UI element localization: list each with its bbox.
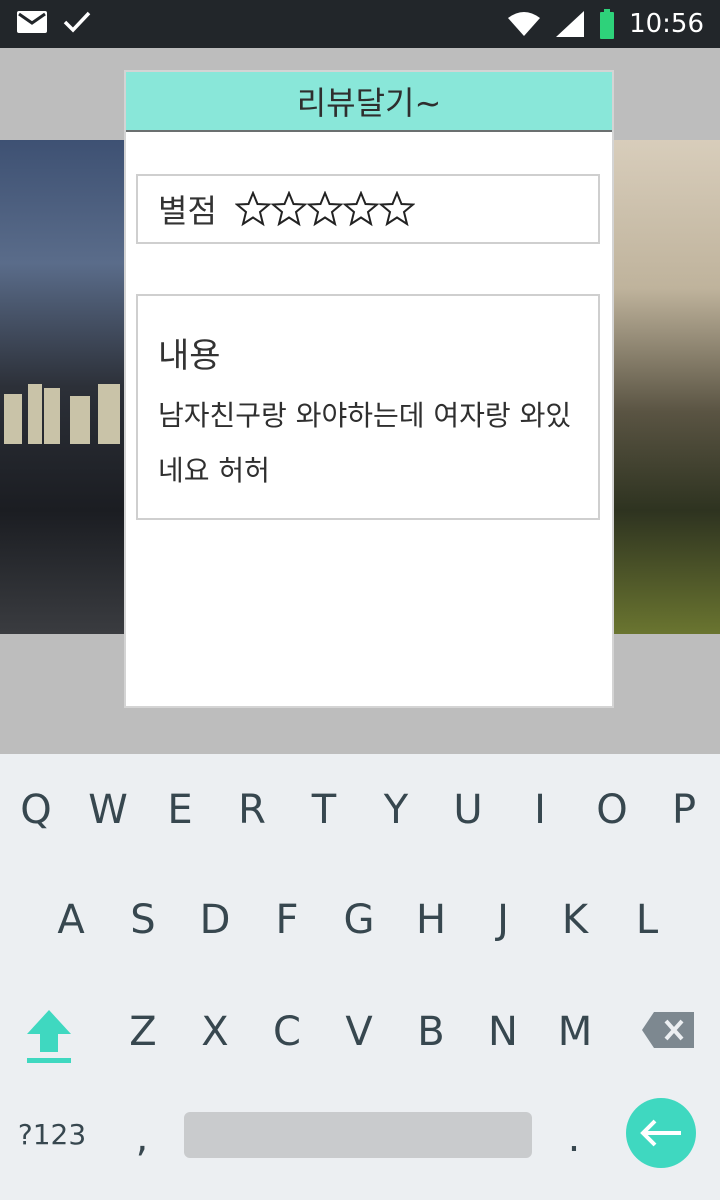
key-e[interactable]: E	[144, 770, 216, 850]
content-input[interactable]: 남자친구랑 와야하는데 여자랑 와있네요 허허	[158, 388, 588, 498]
shift-key[interactable]	[24, 1008, 74, 1064]
star-icon[interactable]	[234, 191, 271, 227]
battery-icon	[600, 9, 615, 39]
star-rating[interactable]	[234, 191, 415, 227]
key-d[interactable]: D	[179, 880, 251, 960]
key-z[interactable]: Z	[107, 992, 179, 1072]
key-h[interactable]: H	[395, 880, 467, 960]
key-g[interactable]: G	[323, 880, 395, 960]
backspace-key[interactable]	[640, 1010, 696, 1050]
wifi-icon	[508, 12, 541, 36]
review-dialog: 리뷰달기~ 별점 내용 남자친구랑 와야하는데 여자랑 와있네요 허허	[124, 70, 614, 708]
key-q[interactable]: Q	[0, 770, 72, 850]
check-icon	[63, 11, 91, 33]
key-u[interactable]: U	[432, 770, 504, 850]
star-icon[interactable]	[342, 191, 379, 227]
key-y[interactable]: Y	[360, 770, 432, 850]
status-time: 10:56	[629, 9, 704, 39]
background-photo-left	[0, 140, 126, 634]
period-key[interactable]: .	[538, 1098, 610, 1178]
backspace-icon	[642, 1012, 694, 1048]
key-s[interactable]: S	[107, 880, 179, 960]
dialog-title: 리뷰달기~	[296, 84, 442, 122]
key-x[interactable]: X	[179, 992, 251, 1072]
key-b[interactable]: B	[395, 992, 467, 1072]
signal-icon	[556, 11, 585, 37]
arrow-left-icon	[640, 1119, 681, 1147]
key-f[interactable]: F	[251, 880, 323, 960]
key-w[interactable]: W	[72, 770, 144, 850]
soft-keyboard: QWERTYUIOP ASDFGHJKL ZXCVBNM ?123 , .	[0, 754, 720, 1200]
content-field[interactable]: 내용 남자친구랑 와야하는데 여자랑 와있네요 허허	[136, 294, 600, 520]
content-label: 내용	[158, 336, 221, 376]
enter-key[interactable]	[626, 1098, 696, 1168]
key-t[interactable]: T	[288, 770, 360, 850]
key-l[interactable]: L	[611, 880, 683, 960]
dialog-header: 리뷰달기~	[126, 72, 612, 132]
key-c[interactable]: C	[251, 992, 323, 1072]
key-k[interactable]: K	[539, 880, 611, 960]
symbols-key[interactable]: ?123	[10, 1094, 94, 1174]
rating-field: 별점	[136, 174, 600, 244]
key-r[interactable]: R	[216, 770, 288, 850]
comma-key[interactable]: ,	[106, 1098, 178, 1178]
background-photo-right	[612, 140, 720, 634]
key-j[interactable]: J	[467, 880, 539, 960]
key-o[interactable]: O	[576, 770, 648, 850]
key-p[interactable]: P	[648, 770, 720, 850]
status-bar: 10:56	[0, 0, 720, 48]
key-a[interactable]: A	[35, 880, 107, 960]
key-i[interactable]: I	[504, 770, 576, 850]
key-n[interactable]: N	[467, 992, 539, 1072]
rating-label: 별점	[158, 192, 217, 230]
star-icon[interactable]	[270, 191, 307, 227]
mail-icon	[17, 11, 47, 33]
space-key[interactable]	[184, 1112, 532, 1158]
star-icon[interactable]	[306, 191, 343, 227]
shift-arrow-icon	[27, 1010, 71, 1063]
key-m[interactable]: M	[539, 992, 611, 1072]
star-icon[interactable]	[378, 191, 415, 227]
key-v[interactable]: V	[323, 992, 395, 1072]
